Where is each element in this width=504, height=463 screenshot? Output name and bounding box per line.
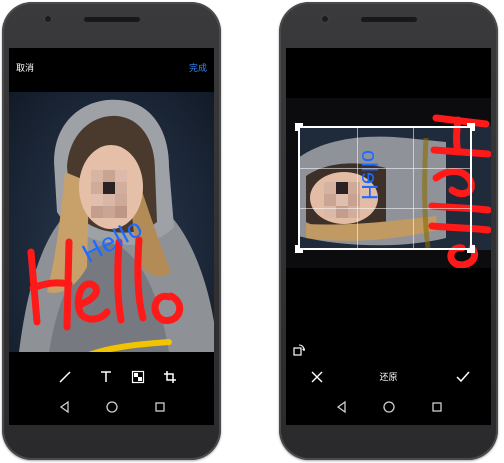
- system-nav-bar: [286, 396, 491, 418]
- rotate-icon[interactable]: [293, 343, 306, 356]
- crop-frame[interactable]: [298, 126, 472, 250]
- phone-left: 取消 完成 Hello: [2, 2, 221, 460]
- crop-screen: Hello 还原: [286, 48, 491, 425]
- mosaic-icon[interactable]: [127, 366, 149, 388]
- crop-handle-top-right[interactable]: [467, 123, 475, 131]
- front-camera: [44, 15, 52, 23]
- front-camera: [321, 15, 329, 23]
- check-icon[interactable]: [452, 366, 474, 388]
- crop-bottom-bar: 还原: [286, 366, 491, 388]
- crop-handle-bottom-right[interactable]: [467, 245, 475, 253]
- phone-right: Hello 还原: [279, 2, 498, 460]
- home-icon[interactable]: [381, 399, 397, 415]
- photo-canvas[interactable]: Hello: [9, 92, 214, 352]
- recents-icon[interactable]: [152, 399, 168, 415]
- crop-handle-bottom-left[interactable]: [295, 245, 303, 253]
- pen-icon[interactable]: [54, 366, 76, 388]
- back-icon[interactable]: [334, 399, 350, 415]
- edit-screen: 取消 完成 Hello: [9, 48, 214, 425]
- edit-toolbar: [9, 366, 214, 388]
- home-icon[interactable]: [104, 399, 120, 415]
- recents-icon[interactable]: [429, 399, 445, 415]
- speaker-grille: [360, 17, 417, 22]
- back-icon[interactable]: [57, 399, 73, 415]
- speaker-grille: [83, 17, 140, 22]
- crop-canvas[interactable]: Hello: [286, 98, 491, 268]
- cancel-button[interactable]: 取消: [16, 61, 34, 74]
- text-icon[interactable]: [95, 366, 117, 388]
- system-nav-bar: [9, 396, 214, 418]
- photo-illustration: [19, 99, 214, 352]
- done-button[interactable]: 完成: [189, 61, 207, 74]
- crop-icon[interactable]: [159, 366, 181, 388]
- crop-handle-top-left[interactable]: [295, 123, 303, 131]
- edit-header: 取消 完成: [9, 48, 214, 92]
